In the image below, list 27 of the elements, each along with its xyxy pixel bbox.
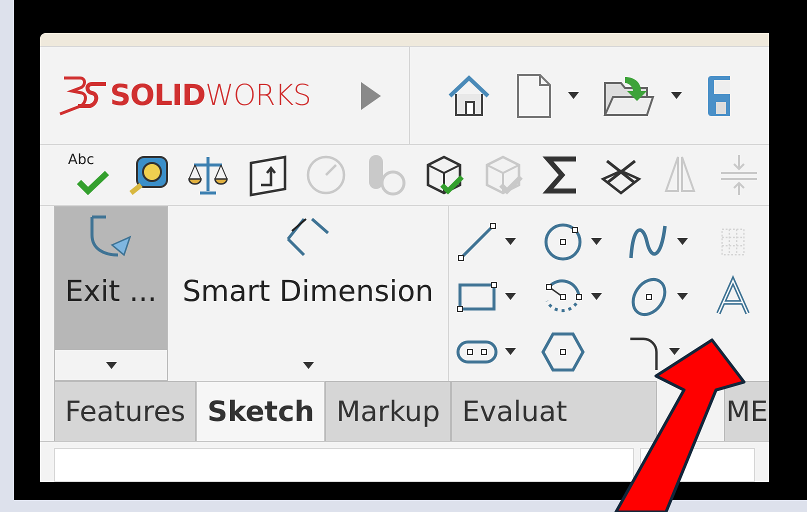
dropdown-caret-icon bbox=[505, 238, 516, 245]
ribbon-tab[interactable]: Sketch bbox=[196, 381, 326, 441]
ribbon-tab[interactable]: Evaluat bbox=[451, 381, 658, 441]
smart-dimension-button[interactable]: Smart Dimension bbox=[168, 206, 448, 381]
polygon-icon[interactable] bbox=[541, 330, 585, 374]
tape-measure-icon[interactable] bbox=[127, 153, 171, 197]
ribbon-tab[interactable]: Markup bbox=[325, 381, 452, 441]
home-icon[interactable] bbox=[446, 74, 492, 118]
dropdown-caret-icon bbox=[591, 238, 602, 245]
save-icon[interactable] bbox=[706, 74, 730, 118]
expand-arrow-icon[interactable] bbox=[360, 82, 381, 110]
caret-icon bbox=[302, 362, 314, 368]
dropdown-caret-icon bbox=[669, 348, 680, 355]
logo-icon bbox=[58, 74, 108, 118]
ribbon-tab[interactable]: ME bbox=[724, 381, 769, 441]
dropdown-caret-icon bbox=[505, 348, 516, 355]
dropdown-caret-icon bbox=[591, 293, 602, 300]
exit-sketch-button[interactable]: Exit ... bbox=[54, 206, 168, 381]
dropdown-caret-icon bbox=[671, 92, 682, 99]
document-icon[interactable] bbox=[516, 72, 552, 118]
dropdown-caret-icon bbox=[505, 293, 516, 300]
dropdown-caret-icon bbox=[568, 92, 579, 99]
ribbon-tab[interactable]: Features bbox=[54, 381, 196, 441]
dropdown-caret-icon bbox=[677, 293, 688, 300]
brand-name: SOLIDWORKS bbox=[110, 76, 311, 114]
caret-icon bbox=[106, 362, 116, 368]
dropdown-caret-icon bbox=[677, 238, 688, 245]
